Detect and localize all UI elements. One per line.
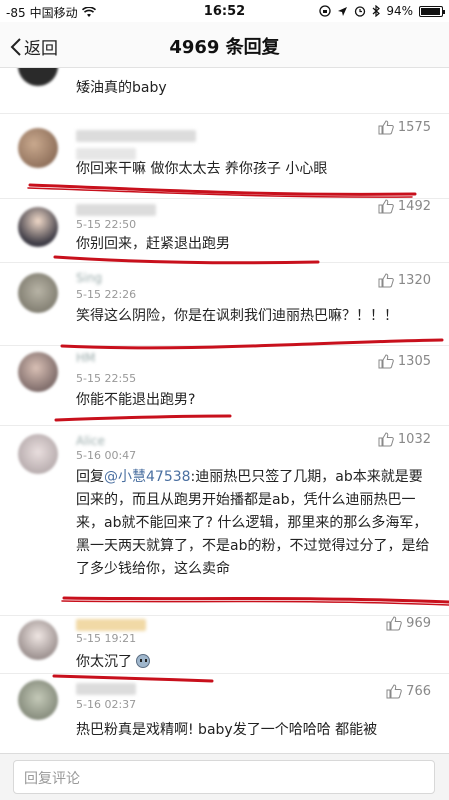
avatar[interactable] [18,620,58,660]
comment-list[interactable]: 矮油真的baby 1575 你回来干嘛 做你太太去 养你孩子 小心眼 5-15 … [0,68,449,753]
comment-item[interactable]: 5-16 02:37 766 热巴粉真是戏精啊! baby发了一个哈哈哈 都能被 [0,674,449,753]
like-button[interactable]: 1305 [378,354,431,369]
avatar[interactable] [18,680,58,720]
avatar[interactable] [18,273,58,313]
status-right: 94% [319,4,445,18]
like-button[interactable]: 766 [386,684,431,699]
thumbs-up-icon [378,273,394,288]
avatar[interactable] [18,128,58,168]
like-button[interactable]: 1575 [378,120,431,135]
avatar[interactable] [18,68,58,86]
comment-time: 5-15 22:26 [76,288,137,301]
crying-emoji-icon [136,654,151,668]
thumbs-up-icon [378,432,394,447]
reply-prefix: 回复 [76,469,104,485]
like-count: 1320 [397,273,431,288]
like-count: 766 [406,684,431,699]
username-blurred[interactable] [76,683,136,695]
nav-bar: 返回 4969 条回复 [0,22,449,68]
comment-text: 回复@小慧47538:迪丽热巴只签了几期，ab本来就是要回来的，而且从跑男开始播… [76,466,431,581]
avatar[interactable] [18,352,58,392]
like-count: 1575 [397,120,431,135]
like-count: 969 [406,616,431,631]
like-button[interactable]: 969 [386,616,431,631]
comment-time: 5-15 22:50 [76,218,137,231]
rotation-lock-icon [319,5,331,17]
location-icon [338,6,348,16]
status-bar: -85 中国移动 16:52 94% [0,0,449,22]
reply-input[interactable]: 回复评论 [13,760,435,794]
username-blurred[interactable] [76,204,156,216]
username[interactable]: HM [76,351,95,365]
like-button[interactable]: 1320 [378,273,431,288]
comment-item[interactable]: 矮油真的baby [0,68,449,114]
username-blurred[interactable] [76,619,146,631]
thumbs-up-icon [378,354,394,369]
reply-bar: 回复评论 [0,753,449,800]
comment-item[interactable]: Sing 5-15 22:26 1320 笑得这么阴险，你是在讽刺我们迪丽热巴嘛… [0,263,449,346]
username[interactable]: Sing [76,271,102,285]
mention-link[interactable]: @小慧47538 [104,469,191,485]
like-count: 1032 [397,432,431,447]
comment-text: 你别回来，赶紧退出跑男 [76,236,230,252]
thumbs-up-icon [386,684,402,699]
comment-text: 你能不能退出跑男? [76,392,196,408]
comment-time: 5-15 19:21 [76,632,137,645]
bluetooth-icon [372,5,381,17]
avatar[interactable] [18,207,58,247]
comment-text-body: 你太沉了 [76,654,132,670]
comment-time: 5-16 00:47 [76,449,137,462]
comment-text: 你太沉了 [76,651,431,674]
comment-item[interactable]: 5-15 22:50 1492 你别回来，赶紧退出跑男 [0,199,449,263]
battery-level [421,7,440,15]
comment-text: 笑得这么阴险，你是在讽刺我们迪丽热巴嘛？！！！ [76,308,398,324]
thumbs-up-icon [378,199,394,214]
like-count: 1305 [397,354,431,369]
page-title: 4969 条回复 [169,37,280,58]
comment-text: 热巴粉真是戏精啊! baby发了一个哈哈哈 都能被 [76,722,378,738]
thumbs-up-icon [386,616,402,631]
like-button[interactable]: 1492 [378,199,431,214]
comment-time: 5-15 22:55 [76,372,137,385]
comment-item[interactable]: 5-15 19:21 969 你太沉了 [0,616,449,674]
comment-item[interactable]: 1575 你回来干嘛 做你太太去 养你孩子 小心眼 [0,114,449,199]
username[interactable]: Alice [76,434,105,448]
like-button[interactable]: 1032 [378,432,431,447]
comment-text: 你回来干嘛 做你太太去 养你孩子 小心眼 [76,161,328,177]
reply-body: :迪丽热巴只签了几期，ab本来就是要回来的，而且从跑男开始播都是ab，凭什么迪丽… [76,469,430,577]
avatar[interactable] [18,434,58,474]
battery-icon [419,5,445,17]
comment-item[interactable]: HM 5-15 22:55 1305 你能不能退出跑男? [0,346,449,426]
comment-text: 矮油真的baby [76,80,167,96]
battery-percent: 94% [386,4,413,18]
comment-time: 5-16 02:37 [76,698,137,711]
comment-item[interactable]: Alice 5-16 00:47 1032 回复@小慧47538:迪丽热巴只签了… [0,426,449,616]
thumbs-up-icon [378,120,394,135]
like-count: 1492 [397,199,431,214]
username-blurred[interactable] [76,130,196,142]
alarm-icon [355,6,366,17]
